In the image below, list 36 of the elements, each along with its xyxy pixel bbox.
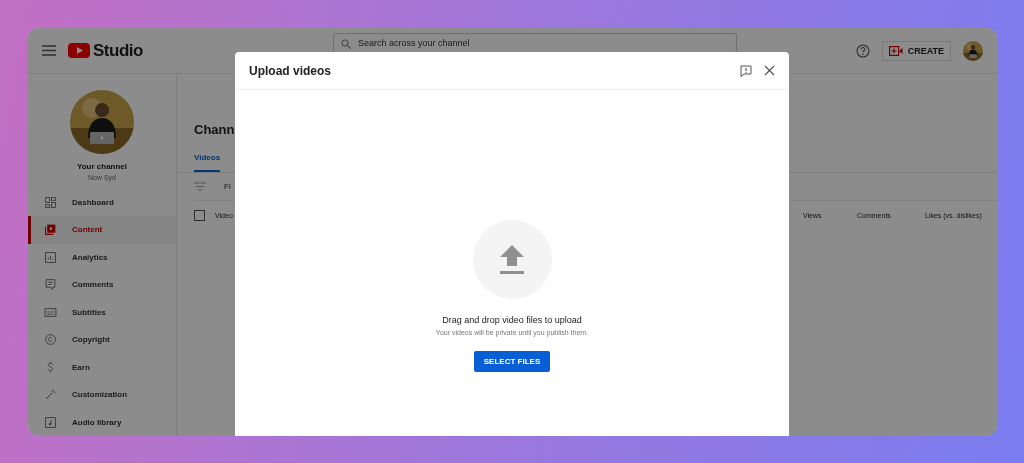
nav-icon: [44, 223, 57, 237]
nav-icon: [44, 388, 57, 402]
menu-icon[interactable]: [42, 45, 56, 56]
drop-heading: Drag and drop video files to upload: [442, 315, 582, 325]
logo-text: Studio: [93, 40, 143, 61]
sidebar-item[interactable]: Content: [28, 216, 176, 244]
select-files-button[interactable]: SELECT FILES: [473, 351, 551, 372]
sidebar-item[interactable]: Comments: [28, 271, 176, 299]
create-button[interactable]: CREATE: [881, 40, 951, 61]
checkbox[interactable]: [194, 209, 205, 221]
upload-icon: [500, 244, 524, 275]
sidebar-item[interactable]: Subtitles: [28, 298, 176, 327]
sidebar-item[interactable]: Earn: [28, 353, 176, 382]
sidebar-item[interactable]: Dashboard: [28, 188, 176, 217]
filter-text: Fi: [224, 182, 231, 191]
sidebar-item[interactable]: Customization: [28, 381, 176, 409]
nav-icon: [44, 278, 57, 292]
nav-icon: [44, 415, 57, 429]
nav-icon: [44, 250, 57, 264]
nav-icon: [44, 333, 57, 347]
search-field[interactable]: Search across your channel: [332, 33, 737, 53]
channel-title: Your channel: [75, 161, 129, 171]
sidebar-item[interactable]: Copyright: [28, 326, 176, 354]
close-icon[interactable]: [764, 65, 775, 76]
page-title: Chann: [194, 122, 236, 137]
sidebar-item[interactable]: Analytics: [28, 243, 176, 272]
sidebar-item[interactable]: Audio library: [28, 408, 176, 436]
video-plus-icon: [888, 45, 903, 56]
filter-icon[interactable]: [194, 182, 206, 191]
nav-icon: [44, 305, 57, 319]
play-logo-icon: [68, 43, 90, 58]
videos-tab[interactable]: Videos: [194, 149, 221, 172]
feedback-icon[interactable]: [740, 64, 752, 77]
help-icon[interactable]: [855, 43, 870, 58]
dialog-title: Upload videos: [249, 63, 332, 78]
nav-icon: [44, 195, 57, 209]
